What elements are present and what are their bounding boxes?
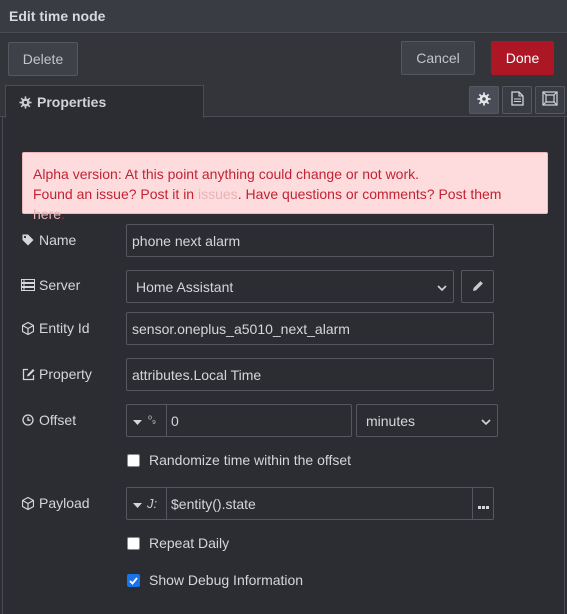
properties-tool-button[interactable] — [469, 86, 499, 114]
gear-icon — [19, 95, 32, 109]
tab-properties-label: Properties — [37, 94, 107, 110]
dialog-title: Edit time node — [9, 8, 106, 24]
repeat-daily-label: Repeat Daily — [149, 535, 230, 551]
tag-icon — [21, 234, 35, 246]
alert-line-1: Alpha version: At this point anything co… — [33, 166, 420, 182]
server-label: Server — [21, 275, 80, 295]
done-button[interactable]: Done — [491, 41, 554, 75]
payload-value[interactable]: $entity().state — [167, 496, 472, 512]
server-select[interactable]: Home Assistant — [126, 270, 454, 303]
payload-label: Payload — [21, 493, 90, 513]
cancel-button[interactable]: Cancel — [401, 41, 475, 75]
server-select-value: Home Assistant — [136, 278, 234, 295]
issues-link[interactable]: issues — [198, 186, 238, 202]
offset-typed-input[interactable]: ⁰₉ 0 — [126, 404, 352, 437]
alert-line-2: Found an issue? Post it in issues. Have … — [33, 186, 502, 222]
payload-type-selector[interactable]: J: — [127, 488, 167, 519]
frame-icon — [542, 91, 558, 109]
ellipsis-icon — [477, 496, 489, 512]
dialog-titlebar: Edit time node — [0, 0, 567, 33]
property-input[interactable]: attributes.Local Time — [126, 358, 494, 391]
number-type-icon: ⁰₉ — [148, 415, 156, 426]
repeat-daily-row: Repeat Daily — [127, 533, 229, 553]
offset-type-selector[interactable]: ⁰₉ — [127, 405, 167, 436]
chevron-down-icon — [437, 279, 447, 295]
edit-square-icon — [21, 368, 35, 381]
here-link[interactable]: here — [33, 206, 61, 222]
gear-icon — [477, 91, 491, 109]
payload-typed-input[interactable]: J: $entity().state — [126, 487, 494, 520]
tab-bar: Properties — [0, 84, 567, 118]
appearance-tool-button[interactable] — [535, 86, 565, 114]
show-debug-label: Show Debug Information — [149, 572, 304, 588]
chevron-down-icon — [481, 413, 491, 429]
offset-label: Offset — [21, 410, 76, 430]
expand-editor-button[interactable] — [472, 488, 493, 519]
caret-down-icon — [133, 496, 142, 512]
repeat-daily-checkbox[interactable] — [127, 536, 140, 550]
offset-value[interactable]: 0 — [167, 413, 351, 429]
offset-unit-value: minutes — [366, 412, 416, 429]
checkmark-icon — [129, 572, 138, 588]
jsonata-type-icon: J: — [147, 496, 158, 511]
pencil-icon — [472, 279, 484, 295]
cube-icon — [21, 321, 35, 335]
show-debug-checkbox[interactable] — [127, 572, 140, 588]
entity-id-label: Entity Id — [21, 318, 90, 338]
clock-icon — [21, 414, 35, 426]
randomize-label: Randomize time within the offset — [149, 452, 352, 468]
property-label: Property — [21, 364, 92, 384]
entity-id-input[interactable]: sensor.oneplus_a5010_next_alarm — [126, 312, 494, 345]
randomize-checkbox[interactable] — [127, 453, 140, 467]
randomize-row: Randomize time within the offset — [127, 450, 351, 470]
name-label: Name — [21, 230, 76, 250]
cube-icon — [21, 496, 35, 510]
show-debug-row: Show Debug Information — [127, 570, 303, 590]
caret-down-icon — [133, 413, 142, 429]
edit-server-button[interactable] — [461, 270, 494, 303]
dialog-toolbar: Delete Cancel Done — [0, 33, 567, 84]
alpha-warning-alert: Alpha version: At this point anything co… — [22, 152, 548, 222]
offset-unit-select[interactable]: minutes — [356, 404, 498, 437]
tab-properties[interactable]: Properties — [5, 85, 204, 118]
delete-button[interactable]: Delete — [8, 42, 78, 76]
file-icon — [510, 91, 524, 109]
description-tool-button[interactable] — [502, 86, 532, 114]
name-input[interactable]: phone next alarm — [126, 224, 494, 257]
server-icon — [21, 279, 35, 291]
